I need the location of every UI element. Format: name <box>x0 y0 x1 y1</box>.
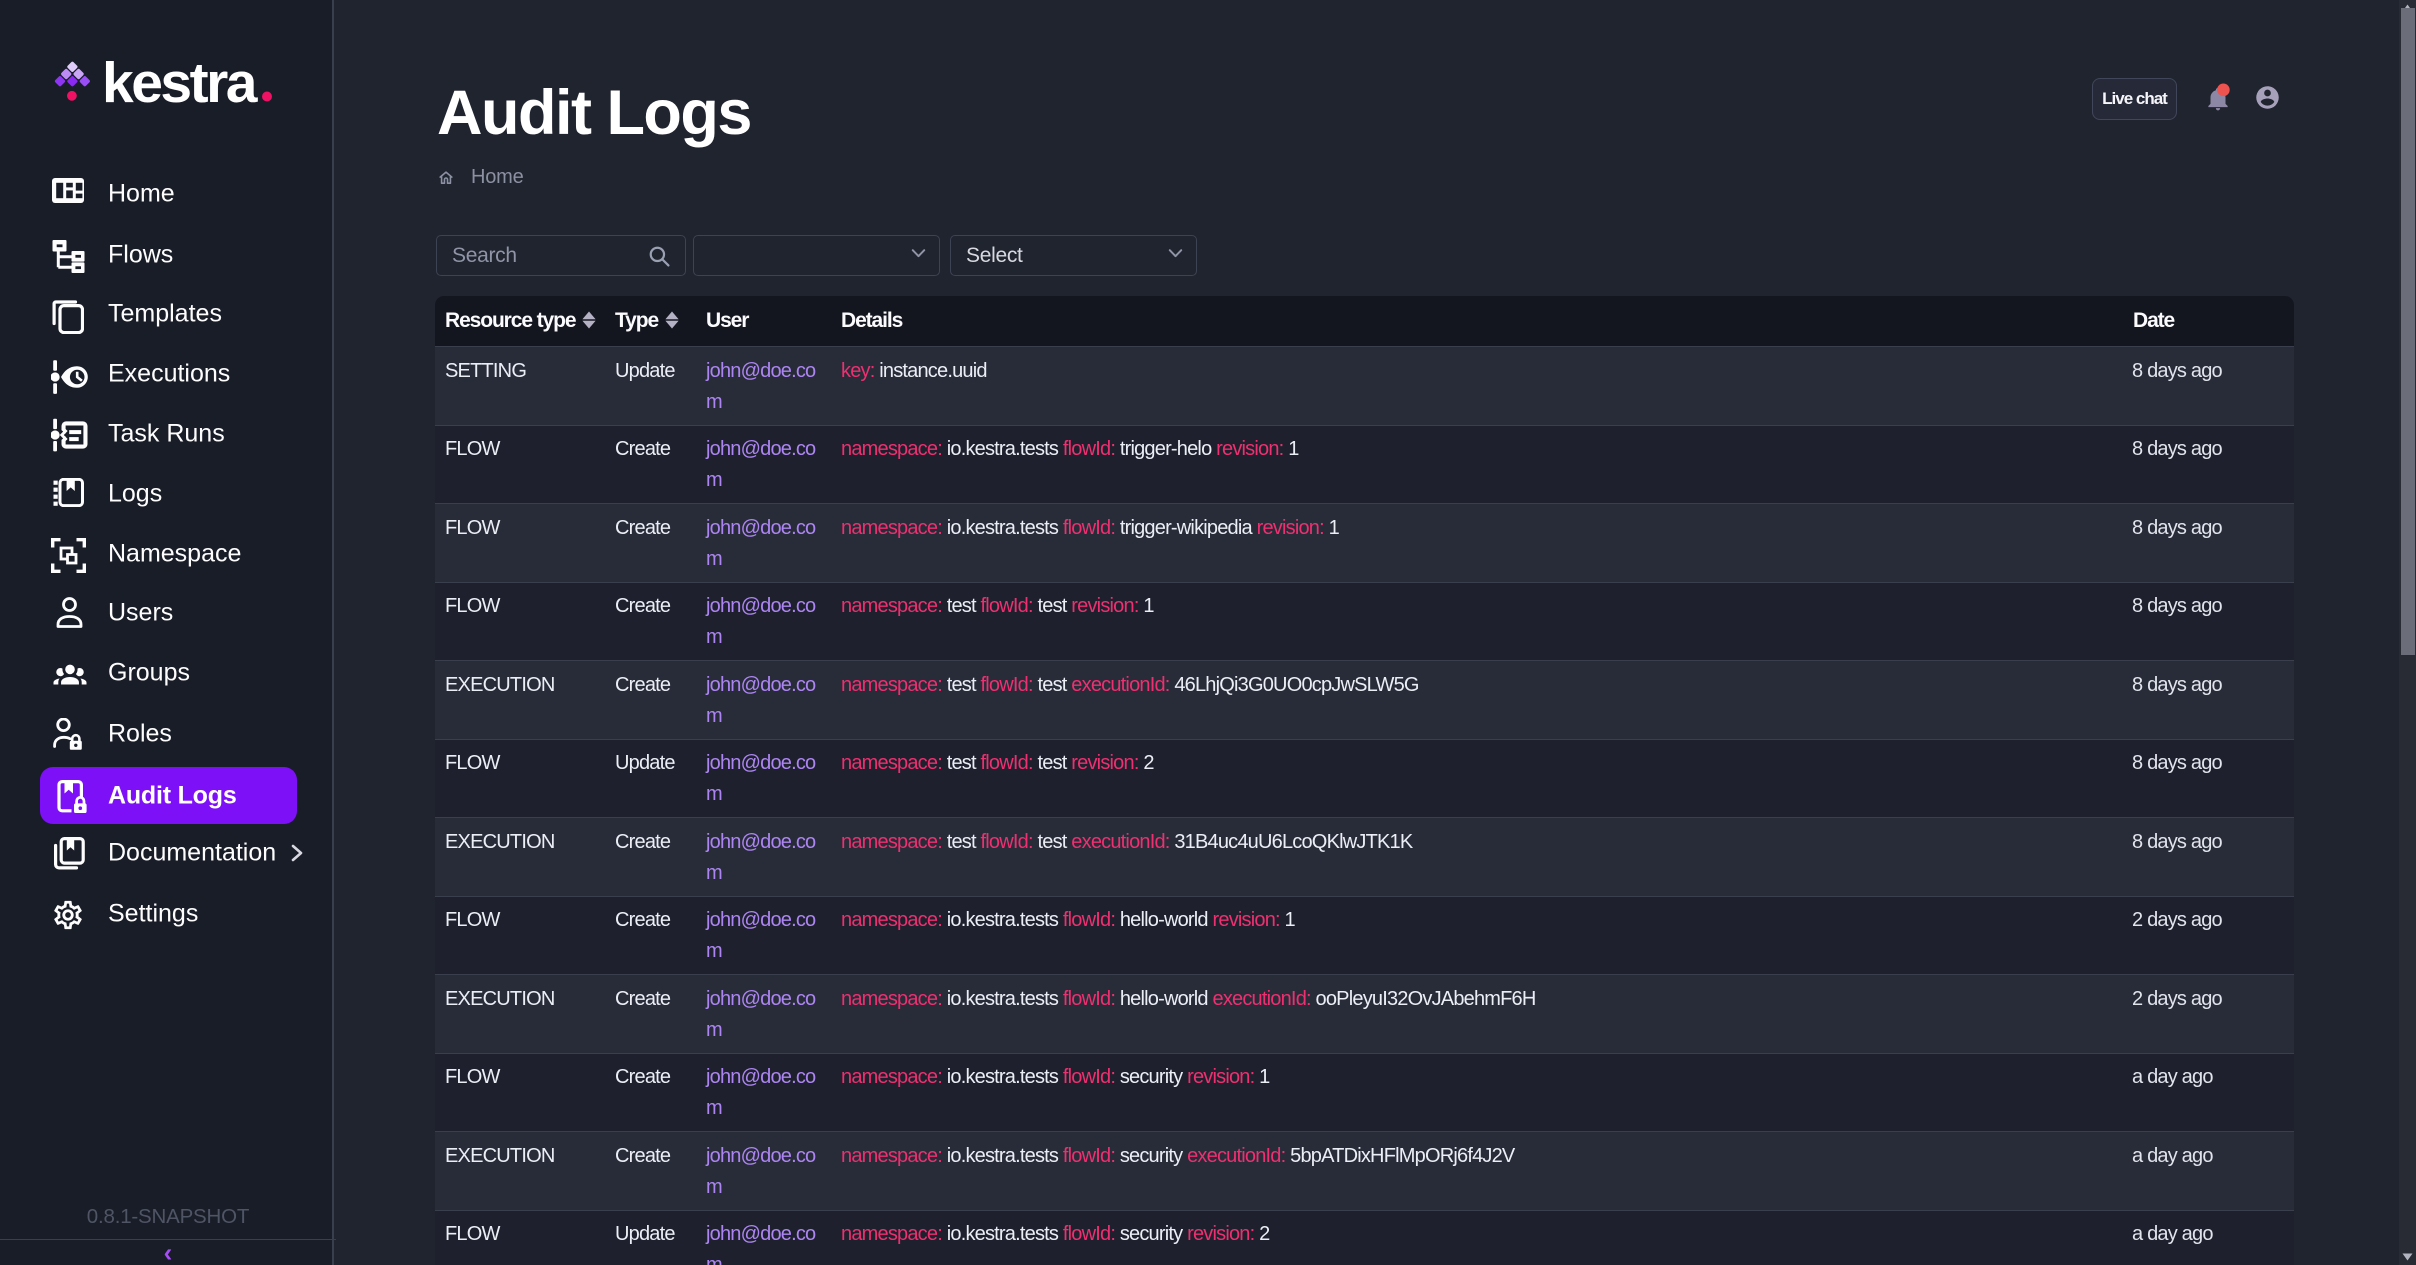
svg-text:kestra: kestra <box>102 56 259 115</box>
